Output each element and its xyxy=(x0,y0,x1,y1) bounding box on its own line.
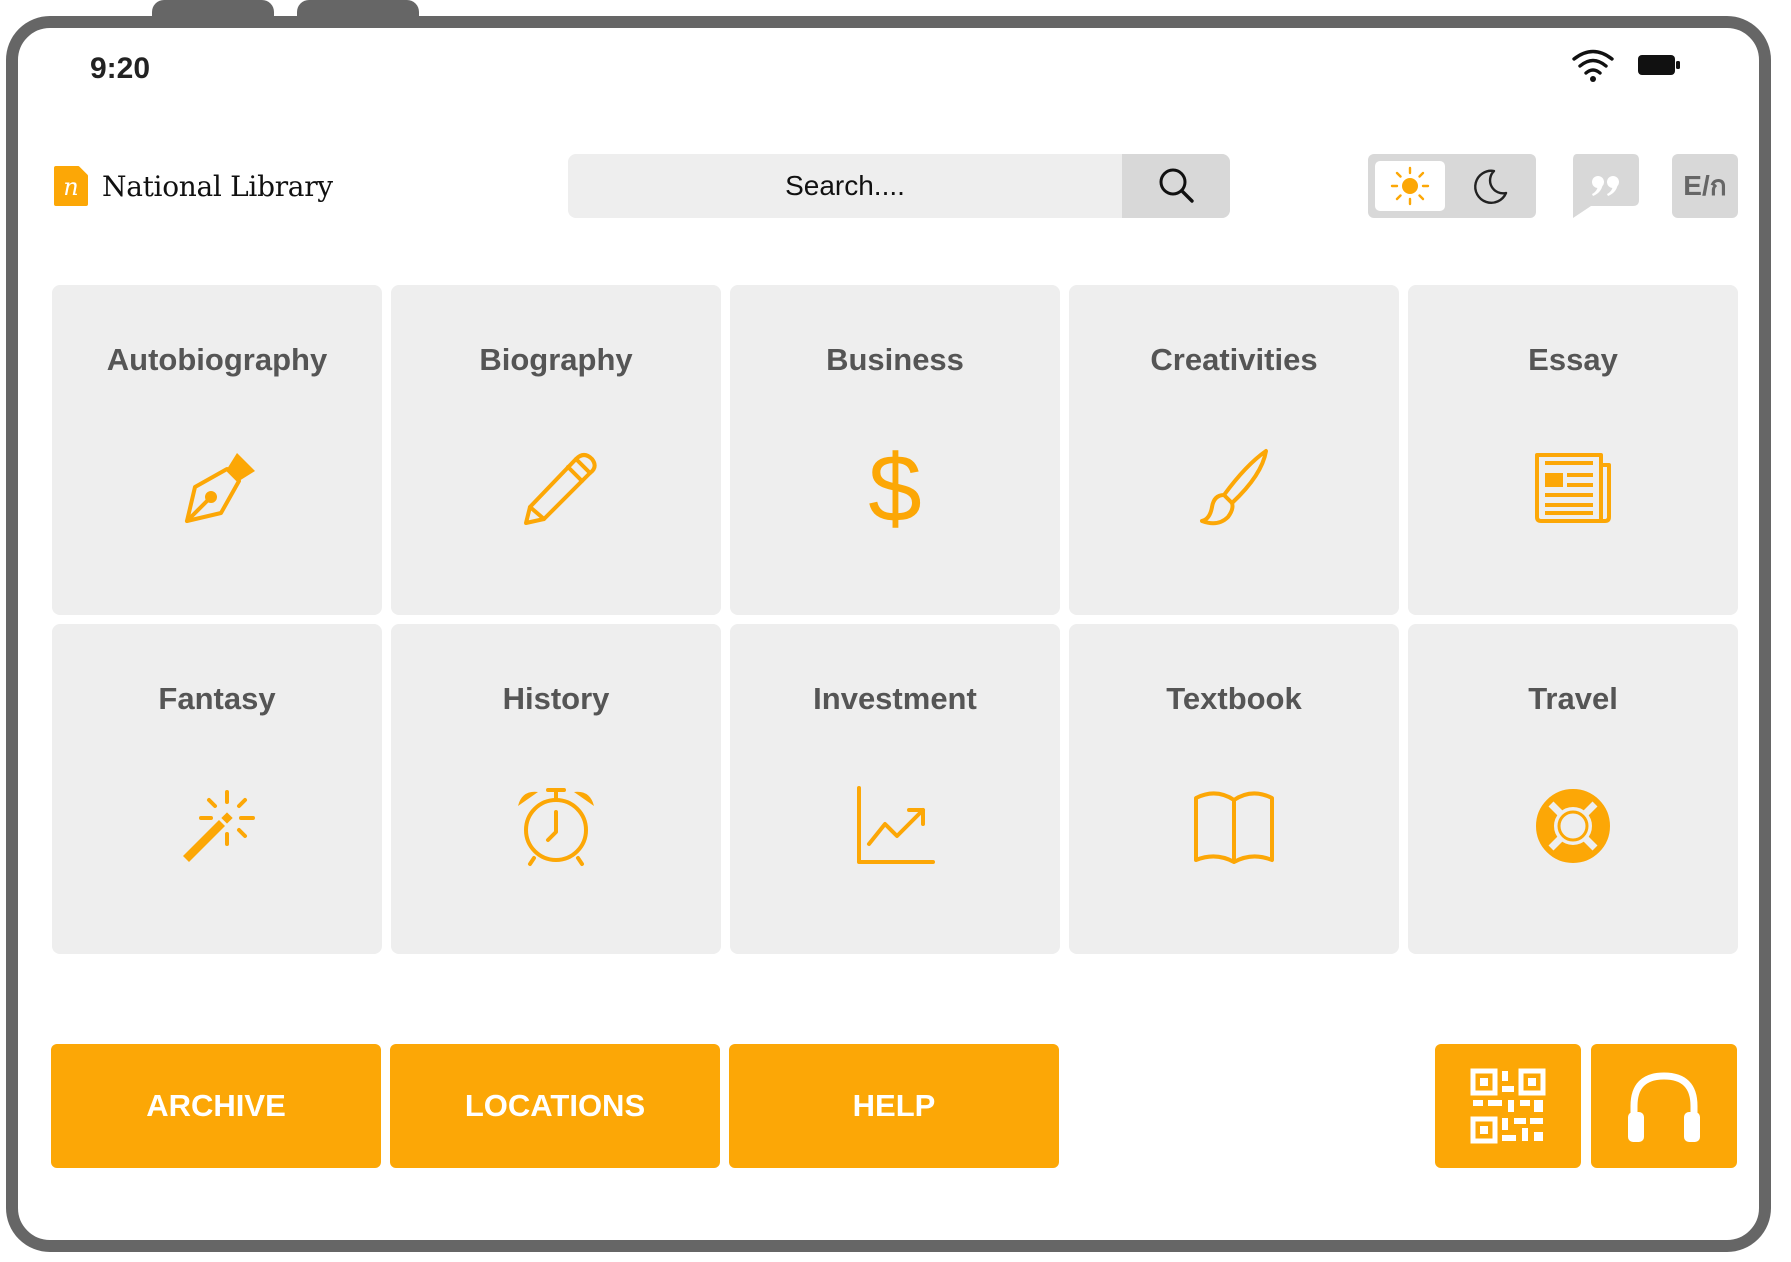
sun-icon xyxy=(1390,166,1430,206)
archive-button[interactable]: ARCHIVE xyxy=(51,1044,381,1168)
category-essay[interactable]: Essay xyxy=(1408,285,1738,615)
open-book-icon xyxy=(1194,791,1274,864)
category-history[interactable]: History xyxy=(391,624,721,954)
category-label: Business xyxy=(826,342,964,377)
category-travel[interactable]: Travel xyxy=(1408,624,1738,954)
dark-mode-button[interactable] xyxy=(1455,161,1525,211)
magic-wand-icon xyxy=(183,790,255,862)
light-mode-button[interactable] xyxy=(1375,161,1445,211)
category-label: Fantasy xyxy=(158,681,276,716)
search-input[interactable] xyxy=(568,154,1122,218)
category-label: Travel xyxy=(1528,681,1618,716)
category-label: Biography xyxy=(479,342,633,377)
locations-button[interactable]: LOCATIONS xyxy=(390,1044,720,1168)
status-icons xyxy=(1571,48,1681,82)
language-toggle-button[interactable]: E/ก xyxy=(1672,154,1738,218)
category-fantasy[interactable]: Fantasy xyxy=(52,624,382,954)
search-bar xyxy=(568,154,1230,218)
alarm-clock-icon xyxy=(518,788,594,866)
qr-code-icon xyxy=(1470,1068,1546,1144)
category-biography[interactable]: Biography xyxy=(391,285,721,615)
category-label: History xyxy=(502,681,610,716)
library-logo[interactable]: n National Library xyxy=(52,164,333,208)
audio-guide-button[interactable] xyxy=(1591,1044,1737,1168)
svg-text:$: $ xyxy=(868,445,921,529)
theme-toggle xyxy=(1368,154,1536,218)
status-time: 9:20 xyxy=(90,52,151,85)
newspaper-icon xyxy=(1535,453,1611,523)
library-logo-icon: n xyxy=(54,166,88,206)
trend-chart-icon xyxy=(857,786,935,864)
category-label: Autobiography xyxy=(106,342,328,377)
category-label: Textbook xyxy=(1166,681,1302,716)
category-label: Essay xyxy=(1528,342,1618,377)
moon-icon xyxy=(1474,169,1508,204)
battery-icon xyxy=(1638,55,1680,75)
fountain-pen-icon xyxy=(185,453,255,523)
lifebuoy-icon xyxy=(1536,789,1610,863)
logo-letter: n xyxy=(63,173,78,201)
category-creativities[interactable]: Creativities xyxy=(1069,285,1399,615)
category-textbook[interactable]: Textbook xyxy=(1069,624,1399,954)
qr-code-button[interactable] xyxy=(1435,1044,1581,1168)
search-button[interactable] xyxy=(1122,154,1230,218)
category-autobiography[interactable]: Autobiography xyxy=(52,285,382,615)
help-button[interactable]: HELP xyxy=(729,1044,1059,1168)
headphones-icon xyxy=(1628,1072,1700,1142)
dollar-icon: $ xyxy=(868,445,921,529)
paintbrush-icon xyxy=(1200,449,1268,526)
category-business[interactable]: Business $ xyxy=(730,285,1060,615)
wifi-icon xyxy=(1572,49,1614,82)
pencil-icon xyxy=(524,453,597,525)
quote-bubble-icon xyxy=(1573,154,1639,218)
feedback-button[interactable] xyxy=(1571,154,1639,218)
category-grid: Autobiography Biography Business $ Creat… xyxy=(52,285,1738,954)
search-icon xyxy=(1159,168,1194,203)
category-investment[interactable]: Investment xyxy=(730,624,1060,954)
category-label: Investment xyxy=(813,681,977,716)
category-label: Creativities xyxy=(1150,342,1318,377)
library-title: National Library xyxy=(102,169,333,203)
